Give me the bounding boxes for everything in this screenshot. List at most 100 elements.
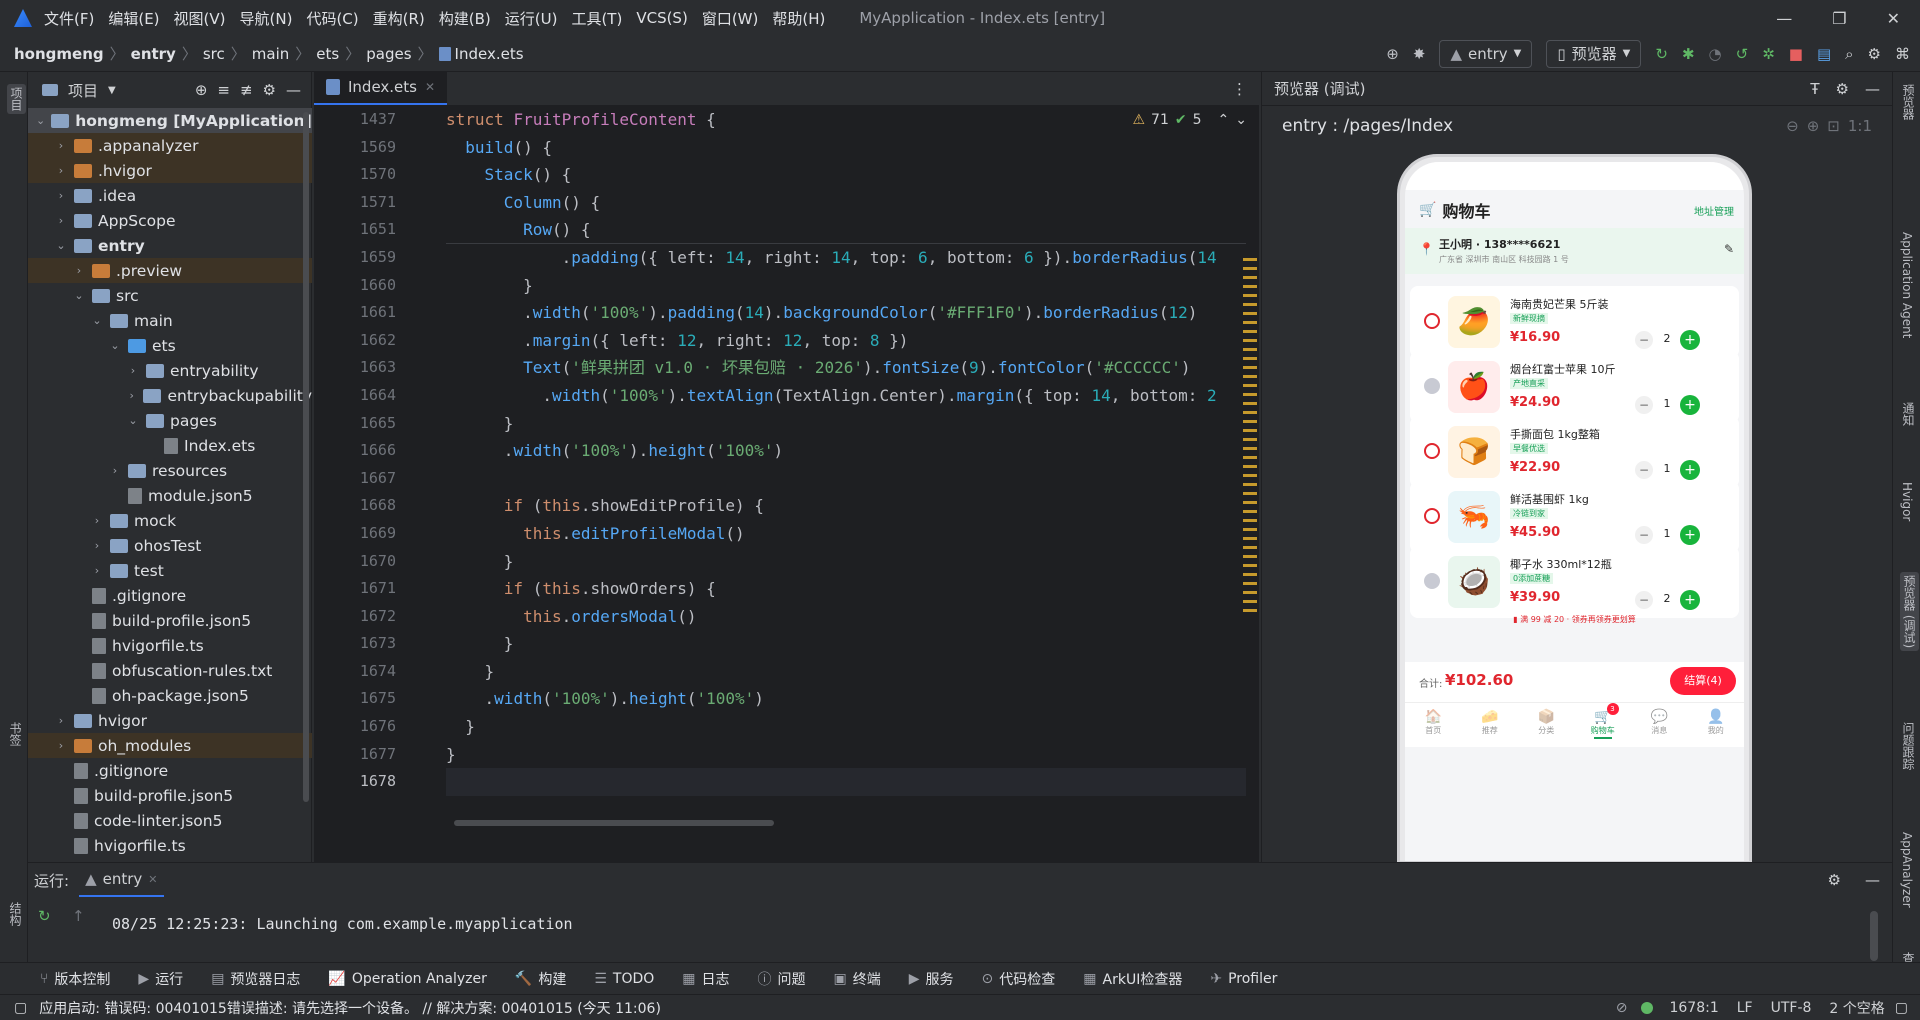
tree-item[interactable]: › oh_modules: [28, 733, 312, 758]
increment-button[interactable]: +: [1680, 395, 1700, 415]
decrement-button[interactable]: −: [1635, 331, 1653, 349]
app-tab[interactable]: 🛒 购物车 3: [1575, 703, 1632, 747]
chevron-right-icon[interactable]: ›: [90, 564, 104, 577]
menu-item[interactable]: 帮助(H): [772, 8, 825, 29]
project-panel-title[interactable]: 项目: [68, 80, 98, 101]
menu-item[interactable]: 导航(N): [240, 8, 293, 29]
app-tab[interactable]: 🧀 推荐: [1462, 703, 1519, 747]
increment-button[interactable]: +: [1680, 460, 1700, 480]
tree-item[interactable]: › entrybackupability: [28, 383, 312, 408]
tree-item[interactable]: .gitignore: [28, 583, 312, 608]
minimize-icon[interactable]: —: [1776, 9, 1792, 28]
tool-window-button[interactable]: ▣ 终端: [834, 969, 881, 989]
tree-item[interactable]: › entryability: [28, 358, 312, 383]
tree-item[interactable]: hvigorfile.ts: [28, 833, 312, 858]
toggle-panel-icon[interactable]: ▢: [14, 1000, 27, 1016]
tree-item[interactable]: › .preview: [28, 258, 312, 283]
locate-icon[interactable]: ⊕: [195, 81, 208, 99]
app-tab[interactable]: 👤 我的: [1688, 703, 1745, 747]
select-radio[interactable]: [1424, 508, 1440, 524]
breadcrumb-item[interactable]: entry: [131, 45, 176, 63]
target-icon[interactable]: ⊕: [1386, 45, 1399, 63]
checkout-button[interactable]: 结算(4): [1670, 667, 1736, 695]
module-select[interactable]: ▲ entry ▼: [1439, 39, 1533, 68]
right-strip-item[interactable]: 问题跟踪: [1900, 722, 1917, 770]
tree-item[interactable]: oh-package.json5: [28, 683, 312, 708]
breadcrumb-item[interactable]: hongmeng: [14, 45, 104, 63]
tool-window-button[interactable]: ▶ 运行: [138, 969, 183, 989]
chevron-right-icon[interactable]: ›: [108, 464, 122, 477]
decrement-button[interactable]: −: [1635, 396, 1653, 414]
run-scrollbar[interactable]: [1870, 911, 1878, 961]
tool-window-button[interactable]: 📈 Operation Analyzer: [328, 971, 486, 987]
menu-item[interactable]: 运行(U): [505, 8, 558, 29]
cart-item[interactable]: 🥥 椰子水 330ml*12瓶 0添加蔗糖 ¥39.90 −2 +: [1410, 546, 1739, 618]
menu-item[interactable]: 构建(B): [439, 8, 491, 29]
zoom-in-icon[interactable]: ⊕: [1807, 117, 1820, 135]
tree-item[interactable]: ⌄hongmeng [MyApplication]D:: [28, 108, 312, 133]
tool-window-button[interactable]: 🔨 构建: [515, 969, 566, 989]
chevron-right-icon[interactable]: ›: [54, 189, 68, 202]
chevron-right-icon[interactable]: ›: [90, 539, 104, 552]
more-icon[interactable]: ⋮: [1232, 80, 1247, 98]
tree-item[interactable]: ⌄ ets: [28, 333, 312, 358]
gear-icon[interactable]: ⚙: [263, 81, 276, 99]
tree-item[interactable]: obfuscation-rules.txt: [28, 658, 312, 683]
menu-item[interactable]: 文件(F): [44, 8, 94, 29]
tree-item[interactable]: › hvigor: [28, 708, 312, 733]
chevron-down-icon[interactable]: ⌄: [90, 314, 104, 327]
editor-hscrollbar[interactable]: [454, 820, 774, 826]
logo-icon[interactable]: ⌘: [1895, 45, 1910, 63]
chevron-right-icon[interactable]: ›: [54, 139, 68, 152]
edit-icon[interactable]: ✎: [1724, 242, 1734, 256]
tree-item[interactable]: › test: [28, 558, 312, 583]
tree-item[interactable]: code-linter.json5: [28, 808, 312, 833]
tree-item[interactable]: › .appanalyzer: [28, 133, 312, 158]
tree-item[interactable]: build-profile.json5: [28, 608, 312, 633]
menu-item[interactable]: 视图(V): [174, 8, 226, 29]
tree-item[interactable]: build-profile.json5: [28, 783, 312, 808]
select-radio[interactable]: [1424, 573, 1440, 589]
stop-icon[interactable]: ■: [1789, 45, 1803, 63]
chevron-right-icon[interactable]: ›: [54, 714, 68, 727]
attach-icon[interactable]: ◔: [1709, 45, 1722, 63]
run-icon[interactable]: ↻: [1655, 45, 1668, 63]
tree-item[interactable]: ⌄ pages: [28, 408, 312, 433]
app-tab[interactable]: 💬 消息: [1631, 703, 1688, 747]
chevron-down-icon[interactable]: ⌄: [72, 289, 86, 302]
tree-item[interactable]: › .hvigor: [28, 158, 312, 183]
menu-item[interactable]: 工具(T): [571, 8, 622, 29]
gear-icon[interactable]: ⚙: [1836, 80, 1849, 98]
menu-item[interactable]: 编辑(E): [108, 8, 159, 29]
tool-window-button[interactable]: ☰ TODO: [594, 971, 654, 987]
run-tab-entry[interactable]: entry: [103, 870, 143, 888]
collapse-all-icon[interactable]: ≢: [240, 81, 253, 99]
tree-item[interactable]: .gitignore: [28, 758, 312, 783]
chevron-right-icon[interactable]: ›: [126, 364, 140, 377]
font-size-icon[interactable]: Ŧ: [1810, 80, 1819, 98]
menu-item[interactable]: 窗口(W): [702, 8, 759, 29]
chevron-down-icon[interactable]: ⌄: [126, 414, 140, 427]
cart-item[interactable]: 🍎 烟台红富士苹果 10斤 产地直采 ¥24.90 −1 +: [1410, 351, 1739, 423]
select-radio[interactable]: [1424, 378, 1440, 394]
right-strip-item[interactable]: 预览器: [1900, 84, 1917, 120]
right-strip-item[interactable]: 通知: [1900, 402, 1917, 426]
rerun-icon[interactable]: ↺: [1736, 45, 1749, 63]
caret-position[interactable]: 1678:1: [1669, 1000, 1718, 1016]
zoom-out-icon[interactable]: ⊖: [1786, 117, 1799, 135]
chevron-down-icon[interactable]: ⌄: [108, 339, 122, 352]
profile-icon[interactable]: ✲: [1762, 45, 1775, 63]
chevron-down-icon[interactable]: ⌄: [54, 239, 68, 252]
chevron-right-icon[interactable]: ›: [72, 264, 86, 277]
decrement-button[interactable]: −: [1635, 461, 1653, 479]
tree-item[interactable]: › ohosTest: [28, 533, 312, 558]
chevron-right-icon[interactable]: ›: [54, 214, 68, 227]
left-strip-structure[interactable]: 结构: [7, 902, 24, 926]
chevron-right-icon[interactable]: ›: [126, 389, 137, 402]
up-arrow-icon[interactable]: ↑: [72, 907, 85, 925]
app-tab[interactable]: 📦 分类: [1518, 703, 1575, 747]
tree-item[interactable]: › AppScope: [28, 208, 312, 233]
ratio-icon[interactable]: 1:1: [1848, 117, 1872, 135]
select-radio[interactable]: [1424, 313, 1440, 329]
tree-item[interactable]: ⌄ entry: [28, 233, 312, 258]
